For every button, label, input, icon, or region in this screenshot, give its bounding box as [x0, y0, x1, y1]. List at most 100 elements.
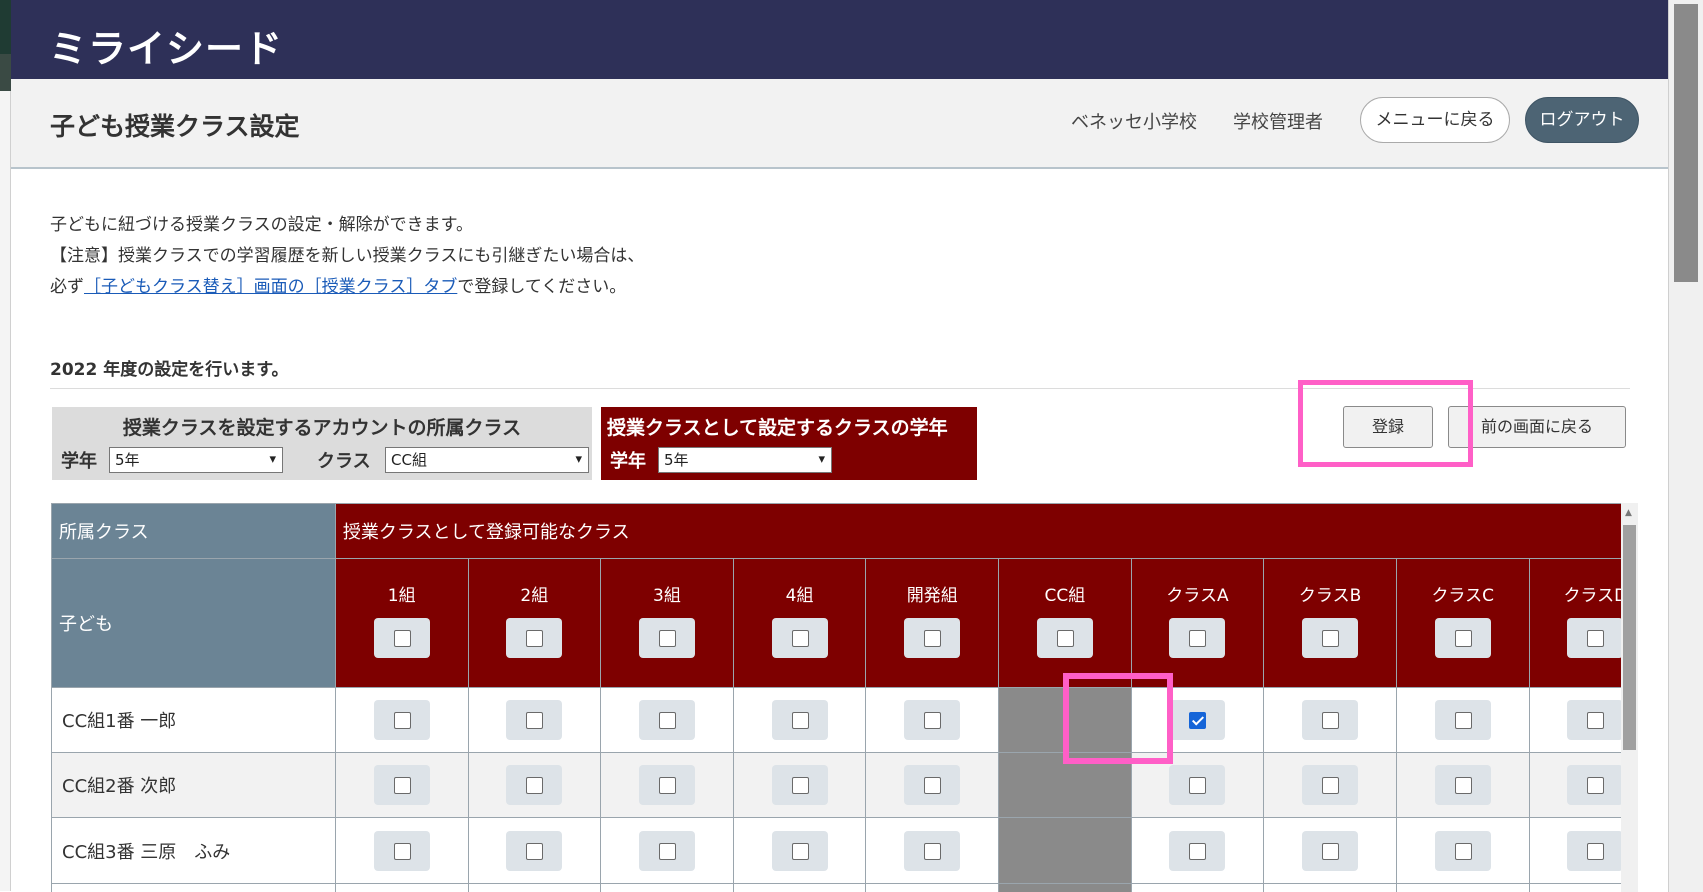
- checkbox-cell[interactable]: [1263, 752, 1397, 818]
- checkbox[interactable]: [1587, 712, 1605, 729]
- page-scrollbar[interactable]: [1668, 0, 1703, 892]
- account-class-select[interactable]: CC組 ▾: [385, 447, 589, 473]
- checkbox[interactable]: [1189, 777, 1207, 794]
- checkbox[interactable]: [791, 842, 809, 860]
- checkbox-cell[interactable]: [600, 817, 734, 884]
- class-change-link[interactable]: ［子どもクラス替え］画面の［授業クラス］タブ: [84, 277, 457, 297]
- checkbox-wrapper[interactable]: [771, 765, 828, 805]
- checkbox-cell[interactable]: [1528, 817, 1621, 884]
- target-grade-select[interactable]: 5年 ▾: [658, 447, 832, 473]
- checkbox-wrapper[interactable]: [1302, 830, 1359, 871]
- checkbox[interactable]: [1189, 842, 1207, 860]
- checkbox-wrapper[interactable]: [1434, 700, 1491, 740]
- checkbox-cell[interactable]: [1263, 687, 1397, 753]
- checkbox-cell[interactable]: [467, 817, 602, 884]
- checkbox-cell[interactable]: [732, 817, 867, 884]
- checkbox[interactable]: [1322, 842, 1340, 860]
- checkbox-wrapper[interactable]: [1036, 618, 1093, 658]
- scroll-up-icon[interactable]: ▲: [1625, 508, 1632, 518]
- checkbox-wrapper[interactable]: [904, 618, 961, 658]
- checkbox-cell[interactable]: [334, 687, 469, 753]
- checkbox[interactable]: [1454, 630, 1472, 647]
- checkbox[interactable]: [393, 842, 411, 860]
- checkbox[interactable]: [791, 712, 809, 729]
- checkbox-cell[interactable]: [467, 752, 602, 818]
- checkbox-cell[interactable]: [865, 817, 1000, 884]
- checkbox[interactable]: [1454, 842, 1472, 860]
- checkbox-wrapper[interactable]: [506, 700, 563, 740]
- checkbox[interactable]: [526, 777, 544, 794]
- checkbox-cell[interactable]: [600, 687, 734, 753]
- checkbox-wrapper[interactable]: [1567, 765, 1621, 805]
- checkbox[interactable]: [393, 777, 411, 794]
- checkbox-wrapper[interactable]: [1169, 765, 1226, 805]
- checkbox-wrapper[interactable]: [373, 700, 430, 740]
- checkbox[interactable]: [658, 712, 676, 729]
- checkbox[interactable]: [658, 842, 676, 860]
- checkbox-cell[interactable]: [467, 687, 602, 753]
- checkbox[interactable]: [658, 777, 676, 794]
- checkbox-wrapper[interactable]: [771, 700, 828, 740]
- checkbox-wrapper[interactable]: [373, 765, 430, 805]
- checkbox[interactable]: [924, 630, 942, 647]
- checkbox[interactable]: [526, 712, 544, 729]
- checkbox-cell[interactable]: [334, 817, 469, 884]
- checkbox-wrapper[interactable]: [1434, 618, 1491, 658]
- checkbox-cell[interactable]: [600, 752, 734, 818]
- checkbox[interactable]: [393, 630, 411, 647]
- account-grade-select[interactable]: 5年 ▾: [109, 447, 283, 473]
- checkbox-cell[interactable]: [865, 687, 1000, 753]
- checkbox[interactable]: [791, 777, 809, 794]
- page-scrollbar-thumb[interactable]: [1674, 4, 1698, 282]
- checkbox-cell[interactable]: [1395, 817, 1530, 884]
- checkbox-wrapper[interactable]: [638, 830, 695, 871]
- checkbox[interactable]: [526, 842, 544, 860]
- checkbox-wrapper[interactable]: [638, 618, 695, 658]
- checkbox-wrapper[interactable]: [771, 830, 828, 871]
- checkbox[interactable]: [1322, 630, 1340, 647]
- checkbox[interactable]: [791, 630, 809, 647]
- checkbox-cell[interactable]: [732, 687, 867, 753]
- checkbox-wrapper[interactable]: [1302, 700, 1359, 740]
- checkbox[interactable]: [924, 712, 942, 729]
- back-button[interactable]: 前の画面に戻る: [1448, 406, 1626, 448]
- checkbox[interactable]: [526, 630, 544, 647]
- checkbox-wrapper[interactable]: [506, 765, 563, 805]
- checkbox-wrapper[interactable]: [904, 700, 961, 740]
- checkbox-wrapper[interactable]: [904, 830, 961, 871]
- checkbox[interactable]: [1322, 712, 1340, 729]
- back-to-menu-button[interactable]: メニューに戻る: [1360, 97, 1510, 143]
- checkbox[interactable]: [393, 712, 411, 729]
- checkbox-wrapper[interactable]: [373, 830, 430, 871]
- checkbox-wrapper[interactable]: [638, 765, 695, 805]
- checkbox-wrapper[interactable]: [1567, 700, 1621, 740]
- checkbox-wrapper[interactable]: [1169, 830, 1226, 871]
- checkbox-wrapper[interactable]: [771, 618, 828, 658]
- checkbox[interactable]: [924, 777, 942, 794]
- checkbox-wrapper[interactable]: [506, 618, 563, 658]
- checkbox[interactable]: [658, 630, 676, 647]
- checkbox-wrapper[interactable]: [638, 700, 695, 740]
- checkbox-wrapper[interactable]: [1169, 700, 1226, 740]
- checkbox[interactable]: [1587, 777, 1605, 794]
- checkbox-cell[interactable]: [1395, 687, 1530, 753]
- checkbox-wrapper[interactable]: [373, 618, 430, 658]
- scrollbar-thumb[interactable]: [1623, 525, 1636, 750]
- checkbox-cell[interactable]: [1395, 752, 1530, 818]
- logout-button[interactable]: ログアウト: [1525, 97, 1639, 143]
- checkbox-cell[interactable]: [1528, 752, 1621, 818]
- checkbox[interactable]: [1454, 712, 1472, 729]
- checkbox[interactable]: [1056, 630, 1074, 647]
- checkbox-checked[interactable]: [1189, 712, 1207, 729]
- checkbox[interactable]: [1454, 777, 1472, 794]
- checkbox-wrapper[interactable]: [1567, 618, 1621, 658]
- checkbox[interactable]: [1322, 777, 1340, 794]
- checkbox-wrapper[interactable]: [1169, 618, 1226, 658]
- checkbox-cell[interactable]: [865, 752, 1000, 818]
- checkbox[interactable]: [924, 842, 942, 860]
- checkbox-wrapper[interactable]: [1434, 765, 1491, 805]
- checkbox[interactable]: [1587, 842, 1605, 860]
- checkbox-wrapper[interactable]: [1434, 830, 1491, 871]
- checkbox[interactable]: [1189, 630, 1207, 647]
- checkbox[interactable]: [1587, 630, 1605, 647]
